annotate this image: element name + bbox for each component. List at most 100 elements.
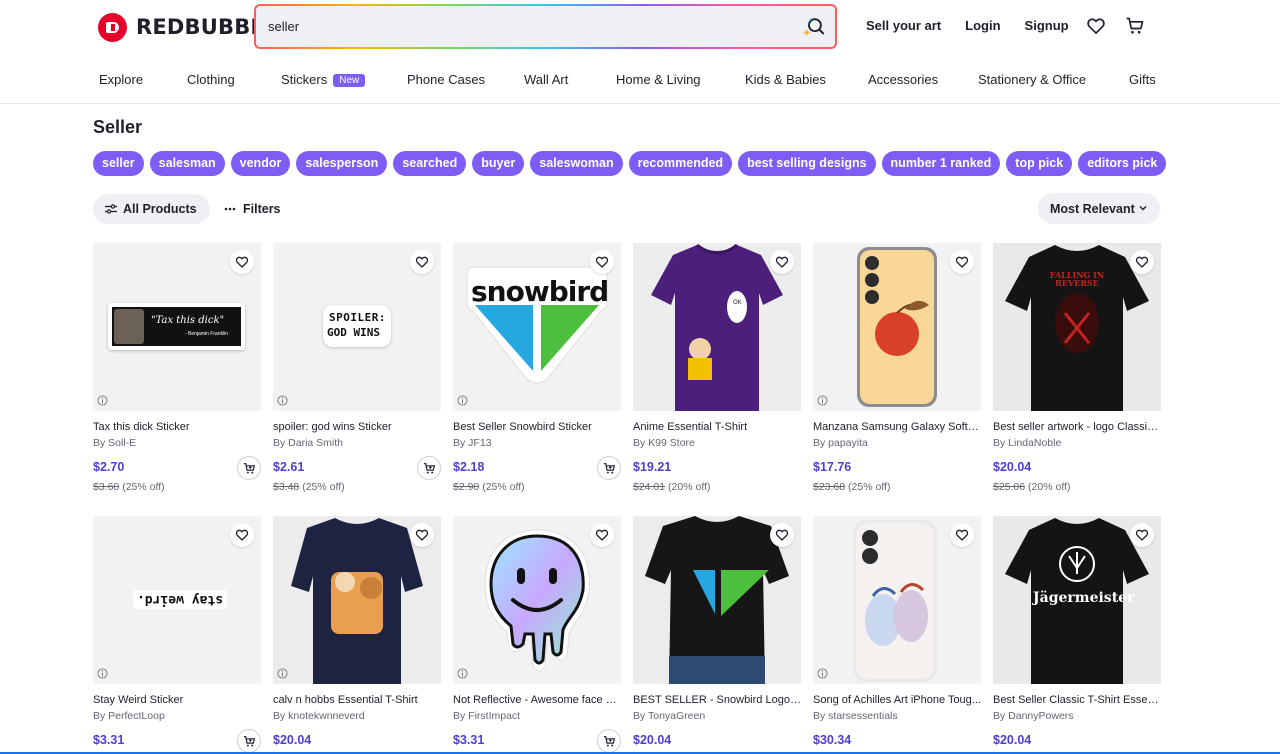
product-title[interactable]: calv n hobbs Essential T-Shirt [273, 694, 441, 706]
product-image[interactable]: OK [633, 243, 801, 411]
favorite-button[interactable] [410, 523, 434, 547]
info-icon[interactable] [457, 395, 468, 406]
chip-saleswoman[interactable]: saleswoman [530, 151, 623, 176]
all-products-button[interactable]: All Products [93, 194, 210, 224]
nav-wall-art[interactable]: Wall Art [524, 72, 568, 87]
product-title[interactable]: Stay Weird Sticker [93, 694, 261, 706]
signup-link[interactable]: Signup [1025, 18, 1069, 33]
favorite-button[interactable] [950, 250, 974, 274]
nav-stickers[interactable]: Stickers New [281, 72, 366, 87]
product-card[interactable]: Song of Achilles Art iPhone Toug... By s… [813, 516, 981, 747]
product-card[interactable]: OK Anime Essential T-Shirt By K99 Store … [633, 243, 801, 493]
add-to-cart-button[interactable] [597, 456, 621, 480]
favorite-button[interactable] [1130, 523, 1154, 547]
favorite-button[interactable] [590, 523, 614, 547]
product-image[interactable] [453, 516, 621, 684]
product-card[interactable]: "Tax this dick" - Benjamin Franklin Tax … [93, 243, 261, 493]
product-title[interactable]: BEST SELLER - Snowbird Logo Me... [633, 694, 801, 706]
product-image[interactable]: snowbird [453, 243, 621, 411]
chip-top-pick[interactable]: top pick [1006, 151, 1073, 176]
product-card[interactable]: BEST SELLER - Snowbird Logo Me... By Ton… [633, 516, 801, 747]
product-title[interactable]: Song of Achilles Art iPhone Toug... [813, 694, 981, 706]
nav-clothing[interactable]: Clothing [187, 72, 235, 87]
nav-gifts[interactable]: Gifts [1129, 72, 1156, 87]
chip-vendor[interactable]: vendor [230, 151, 291, 176]
product-artist[interactable]: By JF13 [453, 437, 621, 449]
product-artist[interactable]: By Soll-E [93, 437, 261, 449]
product-image[interactable] [273, 516, 441, 684]
product-card[interactable]: Jägermeister Best Seller Classic T-Shirt… [993, 516, 1161, 747]
add-to-cart-button[interactable] [417, 456, 441, 480]
sell-your-art-link[interactable]: Sell your art [866, 18, 941, 33]
favorite-button[interactable] [770, 523, 794, 547]
product-artist[interactable]: By LindaNoble [993, 437, 1161, 449]
product-title[interactable]: spoiler: god wins Sticker [273, 421, 441, 433]
product-card[interactable]: calv n hobbs Essential T-Shirt By knotek… [273, 516, 441, 747]
product-artist[interactable]: By DannyPowers [993, 710, 1161, 722]
chip-salesman[interactable]: salesman [149, 151, 225, 176]
add-to-cart-button[interactable] [237, 456, 261, 480]
product-card[interactable]: snowbird Best Seller Snowbird Sticker By… [453, 243, 621, 493]
product-title[interactable]: Tax this dick Sticker [93, 421, 261, 433]
info-icon[interactable] [277, 668, 288, 679]
product-image[interactable] [813, 516, 981, 684]
info-icon[interactable] [817, 395, 828, 406]
product-card[interactable]: Not Reflective - Awesome face Sti... By … [453, 516, 621, 753]
chip-seller[interactable]: seller [93, 151, 144, 176]
nav-kids-babies[interactable]: Kids & Babies [745, 72, 826, 87]
info-icon[interactable] [277, 395, 288, 406]
nav-phone-cases[interactable]: Phone Cases [407, 72, 485, 87]
favorite-button[interactable] [590, 250, 614, 274]
chip-salesperson[interactable]: salesperson [296, 151, 388, 176]
product-title[interactable]: Not Reflective - Awesome face Sti... [453, 694, 621, 706]
product-title[interactable]: Best Seller Snowbird Sticker [453, 421, 621, 433]
product-image[interactable]: SPOILER: GOD WINS [273, 243, 441, 411]
product-card[interactable]: SPOILER: GOD WINS spoiler: god wins Stic… [273, 243, 441, 493]
product-image[interactable] [633, 516, 801, 684]
nav-explore[interactable]: Explore [99, 72, 143, 87]
chip-buyer[interactable]: buyer [472, 151, 525, 176]
product-image[interactable]: FALLING IN REVERSE [993, 243, 1161, 411]
product-artist[interactable]: By Daria Smith [273, 437, 441, 449]
product-artist[interactable]: By starsessentials [813, 710, 981, 722]
favorite-button[interactable] [230, 523, 254, 547]
sort-dropdown[interactable]: Most Relevant [1038, 193, 1160, 224]
favorite-button[interactable] [1130, 250, 1154, 274]
add-to-cart-button[interactable] [597, 729, 621, 753]
nav-home-living[interactable]: Home & Living [616, 72, 701, 87]
product-image[interactable]: stay weird. [93, 516, 261, 684]
product-artist[interactable]: By TonyaGreen [633, 710, 801, 722]
search-sparkle-icon[interactable] [803, 16, 825, 38]
product-title[interactable]: Anime Essential T-Shirt [633, 421, 801, 433]
product-artist[interactable]: By PerfectLoop [93, 710, 261, 722]
info-icon[interactable] [457, 668, 468, 679]
product-artist[interactable]: By FirstImpact [453, 710, 621, 722]
info-icon[interactable] [817, 668, 828, 679]
product-image[interactable]: Jägermeister [993, 516, 1161, 684]
chip-best-selling-designs[interactable]: best selling designs [738, 151, 876, 176]
product-artist[interactable]: By knotekwnneverd [273, 710, 441, 722]
nav-stationery-office[interactable]: Stationery & Office [978, 72, 1086, 87]
product-title[interactable]: Manzana Samsung Galaxy Soft C... [813, 421, 981, 433]
favorite-button[interactable] [770, 250, 794, 274]
heart-icon[interactable] [1086, 16, 1106, 36]
product-card[interactable]: FALLING IN REVERSE Best seller artwork -… [993, 243, 1161, 493]
cart-icon[interactable] [1125, 16, 1145, 36]
login-link[interactable]: Login [965, 18, 1000, 33]
chip-recommended[interactable]: recommended [628, 151, 733, 176]
favorite-button[interactable] [410, 250, 434, 274]
product-card[interactable]: Manzana Samsung Galaxy Soft C... By papa… [813, 243, 981, 493]
chip-editors-pick[interactable]: editors pick [1078, 151, 1167, 176]
search-input[interactable] [268, 6, 788, 47]
chip-number-1-ranked[interactable]: number 1 ranked [881, 151, 1001, 176]
product-title[interactable]: Best Seller Classic T-Shirt Essentia... [993, 694, 1161, 706]
nav-accessories[interactable]: Accessories [868, 72, 938, 87]
add-to-cart-button[interactable] [237, 729, 261, 753]
filters-button[interactable]: Filters [224, 194, 281, 224]
product-image[interactable] [813, 243, 981, 411]
redbubble-logo[interactable]: REDBUBBLE [98, 12, 279, 42]
product-title[interactable]: Best seller artwork - logo Classic ... [993, 421, 1161, 433]
chip-searched[interactable]: searched [393, 151, 467, 176]
product-artist[interactable]: By papayita [813, 437, 981, 449]
info-icon[interactable] [97, 395, 108, 406]
